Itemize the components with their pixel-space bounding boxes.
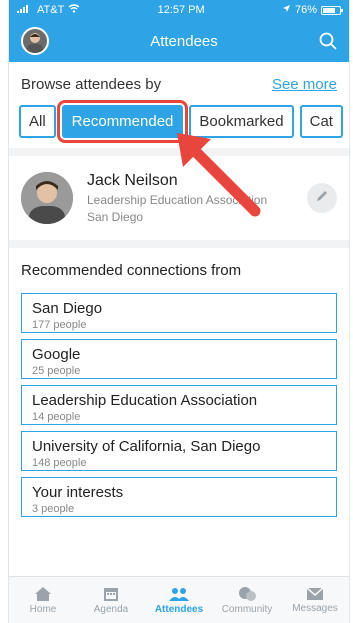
connection-count: 148 people	[32, 457, 87, 469]
signal-icon	[17, 4, 33, 16]
tabbar-label: Agenda	[93, 603, 129, 615]
connection-name: University of California, San Diego	[32, 438, 261, 455]
tabbar-item-messages[interactable]: Messages	[285, 586, 345, 614]
connection-name: San Diego	[32, 300, 103, 317]
nav-bar: Attendees	[9, 20, 349, 62]
tab-all[interactable]: All	[19, 105, 56, 138]
profile-avatar	[21, 172, 73, 224]
status-time: 12:57 PM	[157, 4, 205, 16]
profile-organization: Leadership Education Association	[87, 193, 268, 207]
location-icon	[282, 4, 291, 16]
connection-card[interactable]: San Diego 177 people	[21, 293, 337, 333]
browse-label: Browse attendees by	[21, 76, 162, 93]
avatar[interactable]	[21, 27, 49, 55]
carrier-label: AT&T	[37, 4, 65, 16]
connection-name: Google	[32, 346, 81, 363]
envelope-icon	[306, 586, 324, 600]
bottom-tab-bar: Home Agenda Attendees Community Messages	[9, 576, 349, 623]
tabbar-item-home[interactable]: Home	[13, 586, 73, 615]
connection-count: 177 people	[32, 319, 87, 331]
connection-count: 3 people	[32, 503, 75, 515]
chat-icon	[239, 586, 256, 601]
search-icon[interactable]	[319, 32, 337, 50]
connection-count: 25 people	[32, 365, 81, 377]
tabbar-item-agenda[interactable]: Agenda	[81, 586, 141, 615]
tabbar-label: Attendees	[154, 603, 204, 615]
tabbar-label: Messages	[292, 602, 338, 614]
calendar-icon	[104, 587, 118, 601]
edit-profile-button[interactable]	[307, 183, 337, 213]
divider	[9, 240, 349, 248]
see-more-link[interactable]: See more	[272, 76, 337, 93]
connection-card[interactable]: Leadership Education Association 14 peop…	[21, 385, 337, 425]
pencil-icon	[315, 189, 329, 208]
tab-bookmarked[interactable]: Bookmarked	[189, 105, 294, 138]
page-title: Attendees	[150, 32, 218, 50]
battery-percent: 76%	[294, 4, 317, 16]
connection-card[interactable]: Your interests 3 people	[21, 477, 337, 517]
home-icon	[35, 586, 51, 601]
battery-fill	[322, 7, 336, 13]
status-bar: AT&T 12:57 PM 76%	[9, 0, 349, 20]
phone-screen: AT&T 12:57 PM 76% Attendees Browse atten…	[8, 0, 350, 623]
tab-recommended[interactable]: Recommended	[56, 100, 189, 143]
filter-tabs: All Recommended Bookmarked Cat	[9, 99, 349, 148]
profile-name: Jack Neilson	[87, 172, 178, 189]
connection-name: Your interests	[32, 484, 124, 501]
tab-categories[interactable]: Cat	[299, 105, 343, 138]
profile-city: San Diego	[87, 210, 144, 224]
tabbar-label: Community	[221, 603, 273, 615]
people-icon	[169, 587, 189, 601]
wifi-icon	[68, 4, 80, 16]
connection-card[interactable]: University of California, San Diego 148 …	[21, 431, 337, 471]
divider	[9, 148, 349, 156]
connection-name: Leadership Education Association	[32, 392, 258, 409]
tabbar-item-community[interactable]: Community	[217, 586, 277, 615]
tabbar-item-attendees[interactable]: Attendees	[149, 586, 209, 615]
section-title: Recommended connections from	[21, 262, 242, 279]
battery-icon	[320, 5, 343, 15]
profile-card[interactable]: Jack Neilson Leadership Education Associ…	[9, 156, 349, 240]
browse-header: Browse attendees by See more	[9, 62, 349, 99]
connection-card[interactable]: Google 25 people	[21, 339, 337, 379]
tabbar-label: Home	[29, 603, 57, 615]
connection-count: 14 people	[32, 411, 81, 423]
